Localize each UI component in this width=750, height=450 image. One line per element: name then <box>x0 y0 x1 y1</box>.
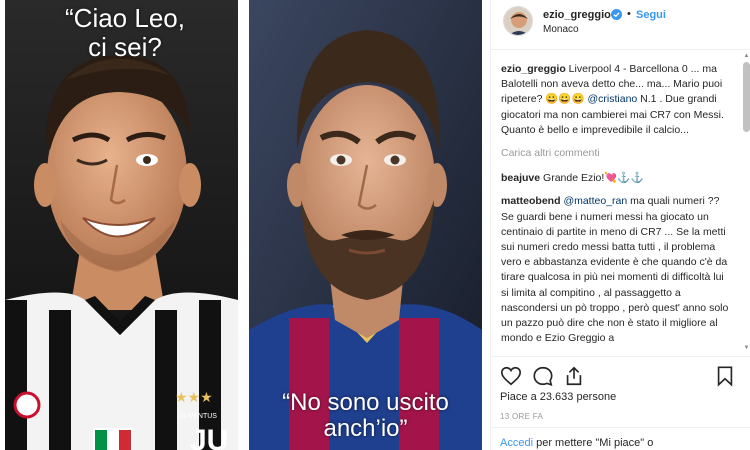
comment-item: beajuve Grande Ezio!💘⚓⚓ <box>501 171 733 186</box>
bookmark-icon[interactable] <box>714 365 736 387</box>
load-more-comments-button[interactable]: Carica altri commenti <box>501 146 741 161</box>
comments-scrollbar[interactable]: ▲ ▼ <box>743 52 750 352</box>
comment-item: matteobend @matteo_ran ma quali numeri ?… <box>501 194 733 346</box>
follow-button[interactable]: Segui <box>636 9 666 21</box>
comment-username[interactable]: beajuve <box>501 172 540 184</box>
scroll-up-arrow-icon[interactable]: ▲ <box>743 52 750 60</box>
login-link[interactable]: Accedi <box>500 437 533 449</box>
comment-mention[interactable]: @matteo_ran <box>563 195 627 207</box>
post-header: ezio_greggio • Segui Monaco <box>491 0 750 50</box>
comment-text: Grande Ezio!💘⚓⚓ <box>540 172 644 185</box>
comment-icon[interactable] <box>532 365 554 387</box>
svg-text:JU: JU <box>190 424 228 450</box>
svg-text:JUVENTUS: JUVENTUS <box>180 413 217 420</box>
photo-messi: “No sono uscito anch’io” <box>249 0 482 450</box>
login-prompt-text: per mettere "Mi piace" o <box>533 437 654 449</box>
messi-illustration <box>249 0 482 450</box>
action-bar <box>490 356 750 392</box>
scroll-down-arrow-icon[interactable]: ▼ <box>743 344 750 352</box>
verified-badge-icon <box>611 9 622 20</box>
scrollbar-thumb[interactable] <box>743 62 750 132</box>
meme-caption-top: “Ciao Leo, ci sei? <box>65 3 185 62</box>
meme-caption-bottom: “No sono uscito anch’io” <box>282 389 449 443</box>
comments-list[interactable]: ezio_greggio Liverpool 4 - Barcellona 0 … <box>491 52 741 352</box>
username-link[interactable]: ezio_greggio <box>543 9 611 21</box>
ronaldo-illustration: ★★★ JUVENTUS JU <box>5 0 238 450</box>
separator-dot: • <box>627 8 631 20</box>
comment-text: ma quali numeri ?? Se guardi bene i nume… <box>501 195 729 345</box>
post-image: ★★★ JUVENTUS JU “Ciao Leo, ci sei? “No s… <box>0 0 490 450</box>
location-link[interactable]: Monaco <box>543 24 579 35</box>
likes-count[interactable]: Piace a 23.633 persone <box>500 391 616 403</box>
heart-icon[interactable] <box>500 365 522 387</box>
avatar-image <box>504 7 532 35</box>
post-timestamp[interactable]: 13 ORE FA <box>500 412 543 421</box>
share-icon[interactable] <box>563 365 585 387</box>
svg-text:★★★: ★★★ <box>175 390 213 406</box>
post-caption: ezio_greggio Liverpool 4 - Barcellona 0 … <box>501 62 733 138</box>
caption-username[interactable]: ezio_greggio <box>501 63 566 75</box>
photo-ronaldo: ★★★ JUVENTUS JU “Ciao Leo, ci sei? <box>5 0 238 450</box>
caption-mention[interactable]: @cristiano <box>588 93 638 105</box>
comment-username[interactable]: matteobend <box>501 195 561 207</box>
avatar[interactable] <box>503 6 533 36</box>
login-prompt: Accedi per mettere "Mi piace" o <box>490 427 750 450</box>
